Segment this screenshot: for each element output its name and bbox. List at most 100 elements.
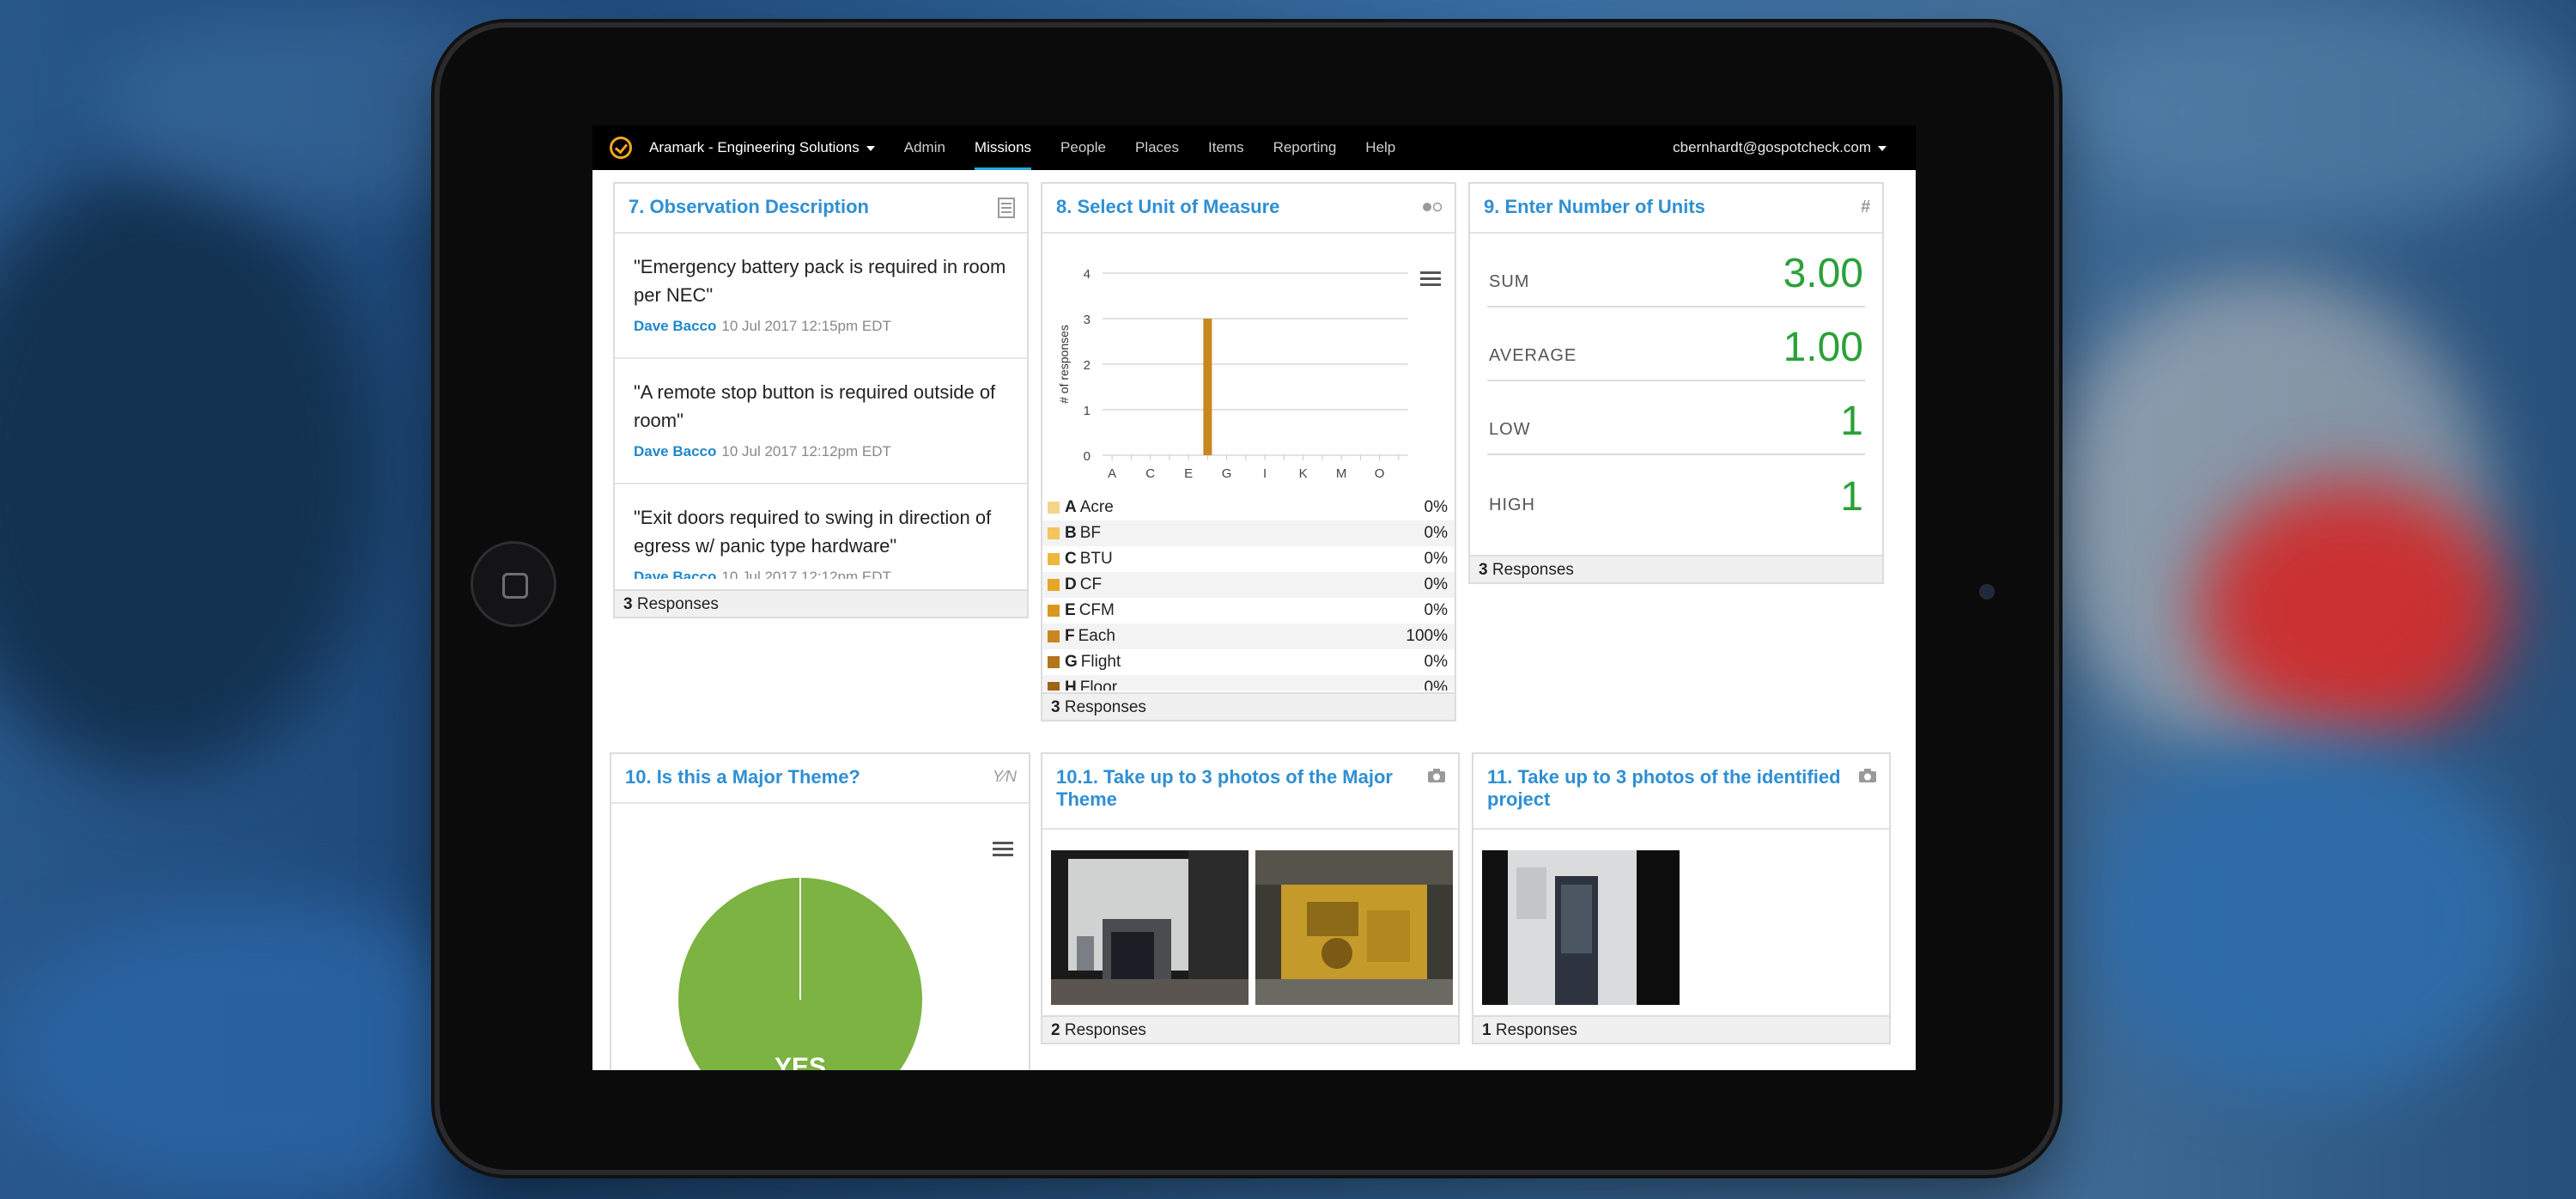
- card-project-photos: 11. Take up to 3 photos of the identifie…: [1472, 752, 1891, 1044]
- card-title: 7. Observation Description: [629, 196, 869, 217]
- nav-help[interactable]: Help: [1365, 125, 1395, 170]
- x-tick-label: E: [1184, 466, 1193, 481]
- legend-percent: 0%: [1424, 575, 1448, 593]
- legend-percent: 100%: [1406, 627, 1448, 645]
- legend-code: A: [1065, 498, 1077, 516]
- observation-text: "Exit doors required to swing in directi…: [634, 507, 992, 557]
- observation-text: "Emergency battery pack is required in r…: [634, 256, 1006, 306]
- y-tick-label: 0: [1084, 449, 1091, 464]
- responses-footer: 3 Responses: [615, 589, 1027, 617]
- legend-code: H: [1065, 679, 1077, 691]
- backdrop-blur: [2198, 481, 2507, 739]
- stat-average: AVERAGE 1.00: [1487, 307, 1865, 381]
- legend-label: Acre: [1079, 498, 1114, 516]
- nav-places[interactable]: Places: [1135, 125, 1179, 170]
- legend-row: H Floor 0%: [1042, 675, 1455, 691]
- user-email: cbernhardt@gospotcheck.com: [1673, 139, 1871, 155]
- responses-footer: 3 Responses: [1042, 692, 1455, 720]
- card-header: 9. Enter Number of Units #: [1470, 184, 1882, 234]
- nav-missions[interactable]: Missions: [974, 125, 1032, 170]
- list-item: "A remote stop button is required outsid…: [615, 359, 1027, 484]
- legend-percent: 0%: [1424, 524, 1448, 542]
- nav-reporting[interactable]: Reporting: [1273, 125, 1337, 170]
- legend-label: Each: [1078, 627, 1115, 645]
- legend-label: CF: [1079, 575, 1103, 593]
- responses-label: Responses: [1064, 1021, 1146, 1039]
- org-switcher[interactable]: Aramark - Engineering Solutions: [649, 139, 875, 156]
- nav-people[interactable]: People: [1060, 125, 1106, 170]
- observation-list[interactable]: "Emergency battery pack is required in r…: [615, 234, 1027, 579]
- y-tick-label: 1: [1084, 404, 1091, 418]
- unit-legend[interactable]: A Acre 0% B BF 0% C BTU 0% D CF 0% E CFM 0% F Each 100% G F…: [1042, 495, 1455, 691]
- legend-swatch: [1048, 630, 1060, 642]
- stat-value: 1: [1840, 474, 1863, 520]
- responses-footer: 3 Responses: [1470, 555, 1882, 582]
- responses-label: Responses: [636, 595, 719, 613]
- observation-meta: Dave Bacco 10 Jul 2017 12:12pm EDT: [634, 443, 1006, 460]
- legend-row: F Each 100%: [1042, 624, 1455, 649]
- stat-value: 1: [1840, 399, 1863, 444]
- org-name: Aramark - Engineering Solutions: [649, 139, 860, 155]
- photo-thumbnail[interactable]: [1255, 850, 1453, 1005]
- timestamp: 10 Jul 2017 12:12pm EDT: [721, 443, 891, 460]
- legend-percent: 0%: [1424, 679, 1448, 691]
- x-tick-label: I: [1263, 466, 1267, 481]
- legend-swatch: [1048, 527, 1060, 539]
- responses-label: Responses: [1492, 561, 1574, 579]
- card-header: 7. Observation Description: [615, 184, 1027, 234]
- user-menu[interactable]: cbernhardt@gospotcheck.com: [1673, 139, 1886, 156]
- legend-percent: 0%: [1424, 550, 1448, 568]
- home-square-icon: [502, 573, 528, 599]
- list-item: "Exit doors required to swing in directi…: [615, 484, 1027, 579]
- stat-label: SUM: [1489, 272, 1530, 291]
- legend-code: D: [1065, 575, 1077, 593]
- photo-thumbnail[interactable]: [1482, 850, 1680, 1005]
- card-title: 11. Take up to 3 photos of the identifie…: [1487, 766, 1841, 810]
- responses-count: 3: [623, 595, 633, 613]
- legend-row: G Flight 0%: [1042, 649, 1455, 675]
- bar: [1203, 319, 1212, 455]
- y-tick-label: 4: [1084, 267, 1091, 282]
- responses-count: 1: [1482, 1021, 1492, 1039]
- x-tick-label: M: [1336, 466, 1347, 481]
- nav-admin[interactable]: Admin: [904, 125, 945, 170]
- y-tick-label: 2: [1084, 358, 1091, 373]
- author-link[interactable]: Dave Bacco: [634, 569, 716, 579]
- top-navbar: Aramark - Engineering Solutions Admin Mi…: [592, 125, 1916, 170]
- responses-label: Responses: [1495, 1021, 1577, 1039]
- card-major-theme-photos: 10.1. Take up to 3 photos of the Major T…: [1041, 752, 1460, 1044]
- tablet-screen: Aramark - Engineering Solutions Admin Mi…: [592, 125, 1916, 1070]
- camera-icon: [1979, 584, 1995, 600]
- yes-no-icon: Y⁄N: [992, 768, 1017, 785]
- stat-label: LOW: [1489, 420, 1531, 439]
- theme-pie-chart: YES100%: [678, 878, 922, 1070]
- legend-code: B: [1065, 524, 1077, 542]
- y-axis-label: # of responses: [1057, 325, 1071, 404]
- card-header: 11. Take up to 3 photos of the identifie…: [1473, 754, 1889, 830]
- photo-thumbnail[interactable]: [1051, 850, 1249, 1005]
- legend-swatch: [1048, 502, 1060, 514]
- legend-row: E CFM 0%: [1042, 598, 1455, 624]
- backdrop-blur: [0, 172, 378, 773]
- stat-value: 1.00: [1783, 325, 1863, 370]
- stat-high: HIGH 1: [1487, 455, 1865, 529]
- responses-footer: 1 Responses: [1473, 1015, 1889, 1043]
- nav-items[interactable]: Items: [1208, 125, 1244, 170]
- author-link[interactable]: Dave Bacco: [634, 318, 716, 334]
- backdrop-blur: [0, 902, 515, 1199]
- gospotcheck-logo-icon[interactable]: [610, 137, 632, 159]
- legend-percent: 0%: [1424, 498, 1448, 516]
- stat-sum: SUM 3.00: [1487, 234, 1865, 307]
- legend-swatch: [1048, 605, 1060, 617]
- x-tick-label: G: [1222, 466, 1232, 481]
- legend-row: A Acre 0%: [1042, 495, 1455, 520]
- unit-bar-chart: 0 1 2 3 4 A C E G I K M O # of responses: [1057, 267, 1408, 481]
- author-link[interactable]: Dave Bacco: [634, 443, 716, 460]
- home-button[interactable]: [471, 541, 556, 627]
- camera-icon: [1858, 768, 1877, 788]
- legend-code: F: [1065, 627, 1075, 645]
- camera-icon: [1427, 768, 1446, 788]
- legend-code: G: [1065, 653, 1078, 671]
- legend-label: BTU: [1079, 550, 1113, 568]
- backdrop-blur: [2061, 0, 2576, 223]
